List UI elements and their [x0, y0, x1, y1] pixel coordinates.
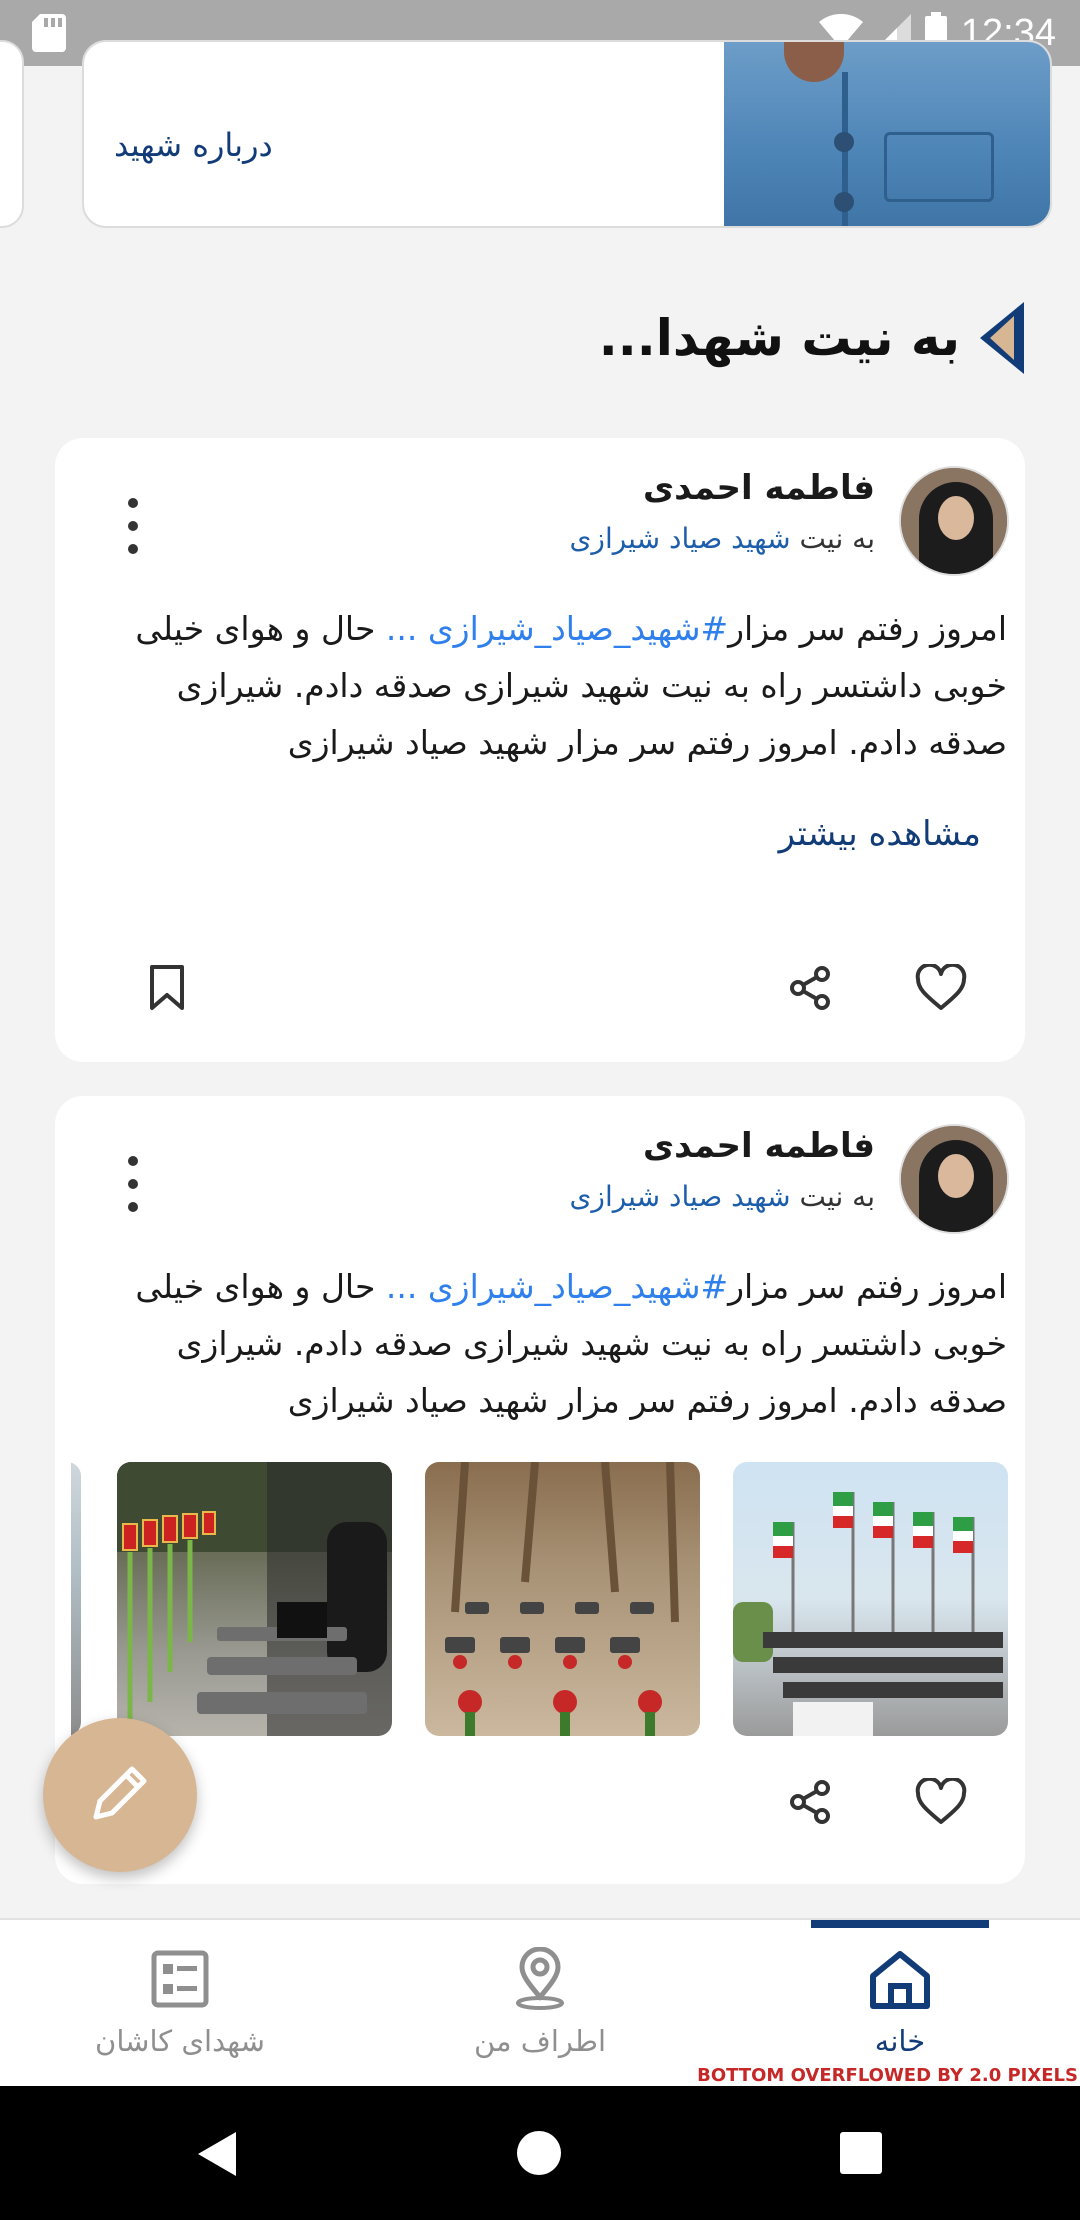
- body-text: خوبی داشتسر راه به نیت شهید شیرازی صدقه …: [176, 1324, 1007, 1363]
- hashtag-link[interactable]: #شهید_صیاد_شیرازی ...: [386, 1267, 728, 1306]
- sd-card-icon: [32, 14, 66, 56]
- compose-fab-button[interactable]: [43, 1718, 197, 1872]
- carousel-image[interactable]: [117, 1462, 392, 1736]
- bottom-navigation: شهدای کاشان اطراف من خانه BOTTOM OVERFLO…: [0, 1918, 1080, 2086]
- pencil-icon: [84, 1757, 156, 1833]
- nav-item-nearby[interactable]: اطراف من: [360, 1920, 720, 2088]
- share-icon[interactable]: [780, 1772, 840, 1832]
- overflow-warning: BOTTOM OVERFLOWED BY 2.0 PIXELS: [697, 2065, 1078, 2086]
- back-icon[interactable]: [196, 2130, 240, 2182]
- previous-card-edge[interactable]: [0, 40, 24, 228]
- nav-item-home[interactable]: خانه: [720, 1920, 1080, 2088]
- nav-item-kashan-martyrs[interactable]: شهدای کاشان: [0, 1920, 360, 2088]
- post-subtitle: به نیت شهید صیاد شیرازی: [570, 1180, 875, 1213]
- body-text: امروز رفتم سر مزار: [728, 609, 1007, 648]
- share-icon[interactable]: [780, 958, 840, 1018]
- body-text: حال و هوای خیلی: [135, 1267, 376, 1306]
- like-heart-icon[interactable]: [911, 958, 971, 1018]
- post-body: امروز رفتم سر مزار#شهید_صیاد_شیرازی ... …: [73, 600, 1007, 771]
- home-circle-icon[interactable]: [516, 2130, 562, 2180]
- body-text: حال و هوای خیلی: [135, 609, 376, 648]
- body-text: امروز رفتم سر مزار: [728, 1267, 1007, 1306]
- list-icon: [151, 1946, 209, 2012]
- carousel-image[interactable]: [425, 1462, 700, 1736]
- body-text: صدقه دادم. امروز رفتم سر مزار شهید صیاد …: [287, 1381, 1007, 1420]
- post-author[interactable]: فاطمه احمدی: [643, 1126, 875, 1166]
- martyr-photo: [724, 42, 1050, 226]
- section-header: به نیت شهدا...: [599, 300, 1024, 376]
- active-tab-indicator: [811, 1920, 989, 1928]
- subtitle-prefix: به نیت: [799, 522, 875, 555]
- more-options-icon[interactable]: [123, 498, 143, 554]
- image-carousel[interactable]: [71, 1462, 1009, 1740]
- section-marker-icon: [980, 302, 1024, 374]
- nav-label: خانه: [874, 2024, 926, 2058]
- body-text: خوبی داشتسر راه به نیت شهید شیرازی صدقه …: [176, 666, 1007, 705]
- system-navigation-bar: [0, 2086, 1080, 2220]
- post-card: فاطمه احمدی به نیت شهید صیاد شیرازی امرو…: [55, 1096, 1025, 1884]
- location-pin-icon: [512, 1946, 568, 2012]
- subtitle-prefix: به نیت: [799, 1180, 875, 1213]
- avatar[interactable]: [899, 1124, 1009, 1234]
- like-heart-icon[interactable]: [911, 1772, 971, 1832]
- nav-label: شهدای کاشان: [95, 2024, 265, 2058]
- section-title: به نیت شهدا...: [598, 309, 960, 367]
- recents-icon[interactable]: [840, 2132, 882, 2178]
- martyr-link[interactable]: شهید صیاد شیرازی: [570, 1180, 791, 1213]
- post-author[interactable]: فاطمه احمدی: [643, 468, 875, 508]
- hashtag-link[interactable]: #شهید_صیاد_شیرازی ...: [386, 609, 728, 648]
- see-more-link[interactable]: مشاهده بیشتر: [779, 814, 981, 854]
- nav-label: اطراف من: [473, 2024, 607, 2058]
- more-options-icon[interactable]: [123, 1156, 143, 1212]
- post-card: فاطمه احمدی به نیت شهید صیاد شیرازی امرو…: [55, 438, 1025, 1062]
- body-text: صدقه دادم. امروز رفتم سر مزار شهید صیاد …: [287, 723, 1007, 762]
- carousel-image[interactable]: [71, 1462, 81, 1736]
- about-martyr-link[interactable]: درباره شهید: [114, 126, 273, 164]
- carousel-image[interactable]: [733, 1462, 1008, 1736]
- avatar[interactable]: [899, 466, 1009, 576]
- home-icon: [867, 1946, 933, 2012]
- post-subtitle: به نیت شهید صیاد شیرازی: [570, 522, 875, 555]
- bookmark-icon[interactable]: [137, 958, 197, 1018]
- martyr-card[interactable]: درباره شهید: [82, 40, 1052, 228]
- post-body: امروز رفتم سر مزار#شهید_صیاد_شیرازی ... …: [73, 1258, 1007, 1429]
- martyr-link[interactable]: شهید صیاد شیرازی: [570, 522, 791, 555]
